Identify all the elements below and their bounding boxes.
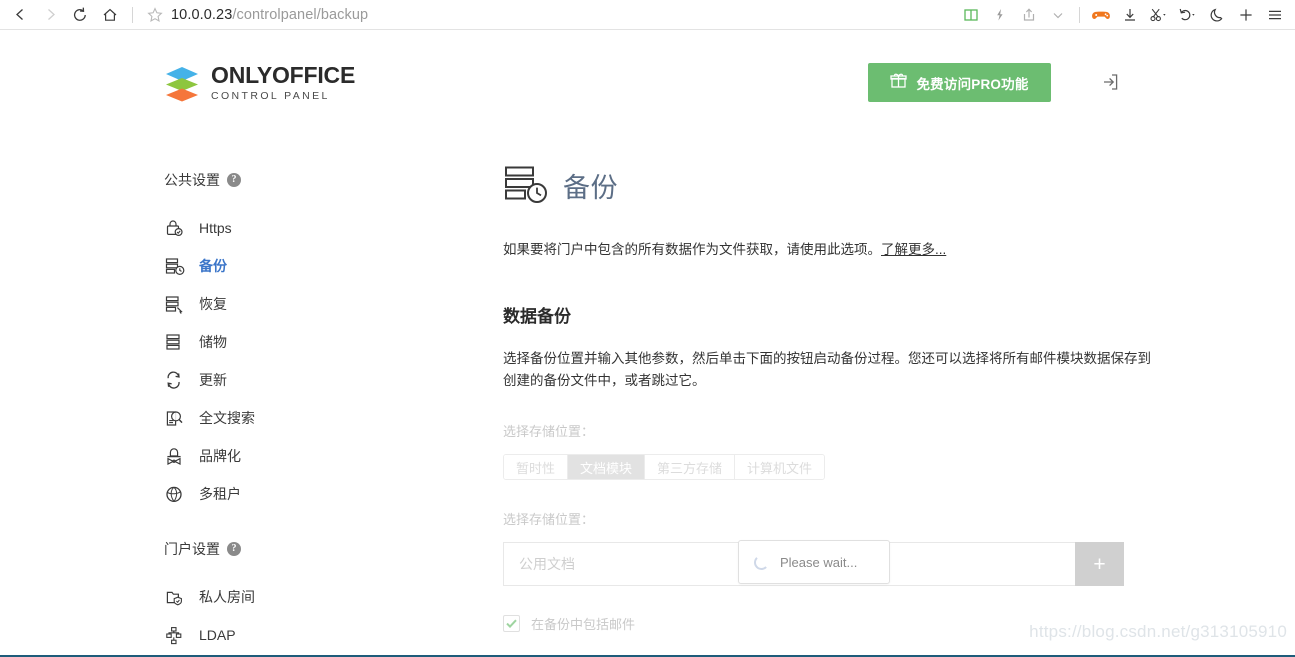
hamburger-menu-icon[interactable] (1261, 2, 1289, 28)
chevron-down-icon[interactable] (1044, 2, 1072, 28)
url-text: 10.0.0.23/controlpanel/backup (171, 7, 368, 23)
include-mail-label: 在备份中包括邮件 (531, 617, 636, 632)
sidebar-item-multitenancy-label: 多租户 (199, 486, 241, 502)
sidebar-item-fulltext-search[interactable]: 全文搜索 (164, 399, 464, 437)
sidebar-item-ldap-label: LDAP (199, 627, 236, 643)
page-title-row: 备份 (503, 164, 1203, 206)
forward-arrow-icon[interactable] (36, 2, 64, 28)
sidebar-item-private-room-label: 私人房间 (199, 589, 255, 605)
sidebar-group-common-label: 公共设置 (164, 172, 220, 188)
loading-text: Please wait... (780, 554, 858, 570)
server-stack-icon (164, 332, 186, 352)
url-path: /controlpanel/backup (232, 6, 369, 23)
sidebar-item-multitenancy[interactable]: 多租户 (164, 475, 464, 513)
sidebar-item-backup-label: 备份 (199, 258, 227, 274)
sidebar-item-restore[interactable]: 恢复 (164, 285, 464, 323)
tab-temporary[interactable]: 暂时性 (504, 455, 569, 479)
refresh-arrows-icon (164, 370, 186, 390)
main-content: 备份 如果要将门户中包含的所有数据作为文件获取，请使用此选项。了解更多... 数… (503, 164, 1203, 657)
pro-access-label: 免费访问PRO功能 (916, 76, 1029, 92)
page-intro-text: 如果要将门户中包含的所有数据作为文件获取，请使用此选项。 (503, 242, 881, 257)
server-clock-icon-large (503, 164, 551, 206)
home-icon[interactable] (96, 2, 124, 28)
logo-layers-icon (164, 65, 200, 103)
sidebar-item-branding[interactable]: 品牌化 (164, 437, 464, 475)
browser-toolbar: 10.0.0.23/controlpanel/backup (0, 0, 1295, 30)
back-arrow-icon[interactable] (6, 2, 34, 28)
url-host: 10.0.0.23 (171, 6, 233, 23)
sidebar-item-restore-label: 恢复 (199, 296, 227, 312)
section-description: 选择备份位置并输入其他参数，然后单击下面的按钮启动备份过程。您还可以选择将所有邮… (503, 351, 1151, 388)
question-mark-icon[interactable]: ? (227, 173, 241, 187)
lock-shield-icon (164, 218, 186, 238)
learn-more-link[interactable]: 了解更多... (881, 242, 946, 257)
toolbar-divider-2 (1079, 6, 1080, 23)
star-icon[interactable] (141, 2, 169, 28)
page-container: ONLYOFFICE CONTROL PANEL 免费访问PRO功能 公共设置 … (0, 30, 1295, 657)
sidebar-group-common: 公共设置 ? (164, 170, 464, 190)
browser-nav-group (0, 2, 169, 28)
question-mark-icon-2[interactable]: ? (227, 542, 241, 556)
hat-bowtie-icon (164, 446, 186, 466)
hierarchy-icon (164, 625, 186, 645)
sidebar-item-branding-label: 品牌化 (199, 448, 241, 464)
sidebar-item-update[interactable]: 更新 (164, 361, 464, 399)
reload-icon[interactable] (66, 2, 94, 28)
lightning-icon[interactable] (986, 2, 1014, 28)
pro-access-button[interactable]: 免费访问PRO功能 (868, 63, 1051, 102)
sidebar: 公共设置 ? Https 备份 恢复 储物 更新 全文搜索 品牌化 多租户 门户… (164, 170, 464, 657)
document-search-icon (164, 408, 186, 428)
checkmark-icon (506, 619, 517, 628)
include-mail-checkbox[interactable] (503, 615, 520, 632)
undo-icon[interactable] (1174, 2, 1202, 28)
sidebar-item-storage[interactable]: 储物 (164, 323, 464, 361)
address-bar[interactable]: 10.0.0.23/controlpanel/backup (169, 2, 957, 28)
sidebar-item-https[interactable]: Https (164, 209, 464, 247)
page-title: 备份 (563, 172, 618, 203)
scissors-icon[interactable] (1145, 2, 1173, 28)
download-icon[interactable] (1116, 2, 1144, 28)
sidebar-item-update-label: 更新 (199, 372, 227, 388)
tab-computer-file[interactable]: 计算机文件 (735, 455, 825, 479)
share-icon[interactable] (1015, 2, 1043, 28)
toolbar-divider (132, 6, 133, 23)
tab-third-party-storage[interactable]: 第三方存储 (645, 455, 736, 479)
gift-icon (890, 72, 908, 94)
globe-icon (164, 484, 186, 504)
sidebar-group-portal: 门户设置 ? (164, 539, 464, 559)
sidebar-item-private-room[interactable]: 私人房间 (164, 578, 464, 616)
sidebar-item-backup[interactable]: 备份 (164, 247, 464, 285)
logout-icon[interactable] (1096, 68, 1124, 96)
sidebar-item-fulltext-search-label: 全文搜索 (199, 410, 255, 426)
logo-text-block: ONLYOFFICE CONTROL PANEL (211, 64, 355, 103)
server-restore-icon (164, 294, 186, 314)
site-header: ONLYOFFICE CONTROL PANEL 免费访问PRO功能 (0, 30, 1295, 122)
sidebar-group-portal-label: 门户设置 (164, 541, 220, 557)
logo-subtitle: CONTROL PANEL (211, 90, 330, 102)
sidebar-item-https-label: Https (199, 220, 232, 236)
moon-icon[interactable] (1203, 2, 1231, 28)
watermark-text: https://blog.csdn.net/g313105910 (1029, 622, 1287, 641)
onlyoffice-logo[interactable]: ONLYOFFICE CONTROL PANEL (164, 64, 355, 103)
tab-documents-module[interactable]: 文档模块 (568, 455, 646, 479)
add-path-button[interactable]: + (1075, 542, 1124, 586)
storage-location-label: 选择存储位置： (503, 424, 595, 439)
logo-title: ONLYOFFICE (211, 62, 356, 88)
spinner-icon (754, 554, 769, 570)
sidebar-item-ldap[interactable]: LDAP (164, 616, 464, 654)
sidebar-item-storage-label: 储物 (199, 334, 227, 350)
book-icon[interactable] (957, 2, 985, 28)
storage-type-tabs: 暂时性 文档模块 第三方存储 计算机文件 (503, 454, 826, 480)
folder-shield-icon (164, 587, 186, 607)
game-controller-icon[interactable] (1087, 2, 1115, 28)
section-title-data-backup: 数据备份 (503, 307, 571, 326)
path-location-label: 选择存储位置： (503, 512, 595, 527)
server-clock-icon (164, 256, 186, 276)
loading-overlay: Please wait... (738, 540, 890, 584)
browser-right-icons (957, 2, 1295, 28)
page-intro: 如果要将门户中包含的所有数据作为文件获取，请使用此选项。了解更多... (503, 239, 1203, 260)
path-input-row: + Please wait... (503, 540, 1124, 586)
plus-icon[interactable] (1232, 2, 1260, 28)
